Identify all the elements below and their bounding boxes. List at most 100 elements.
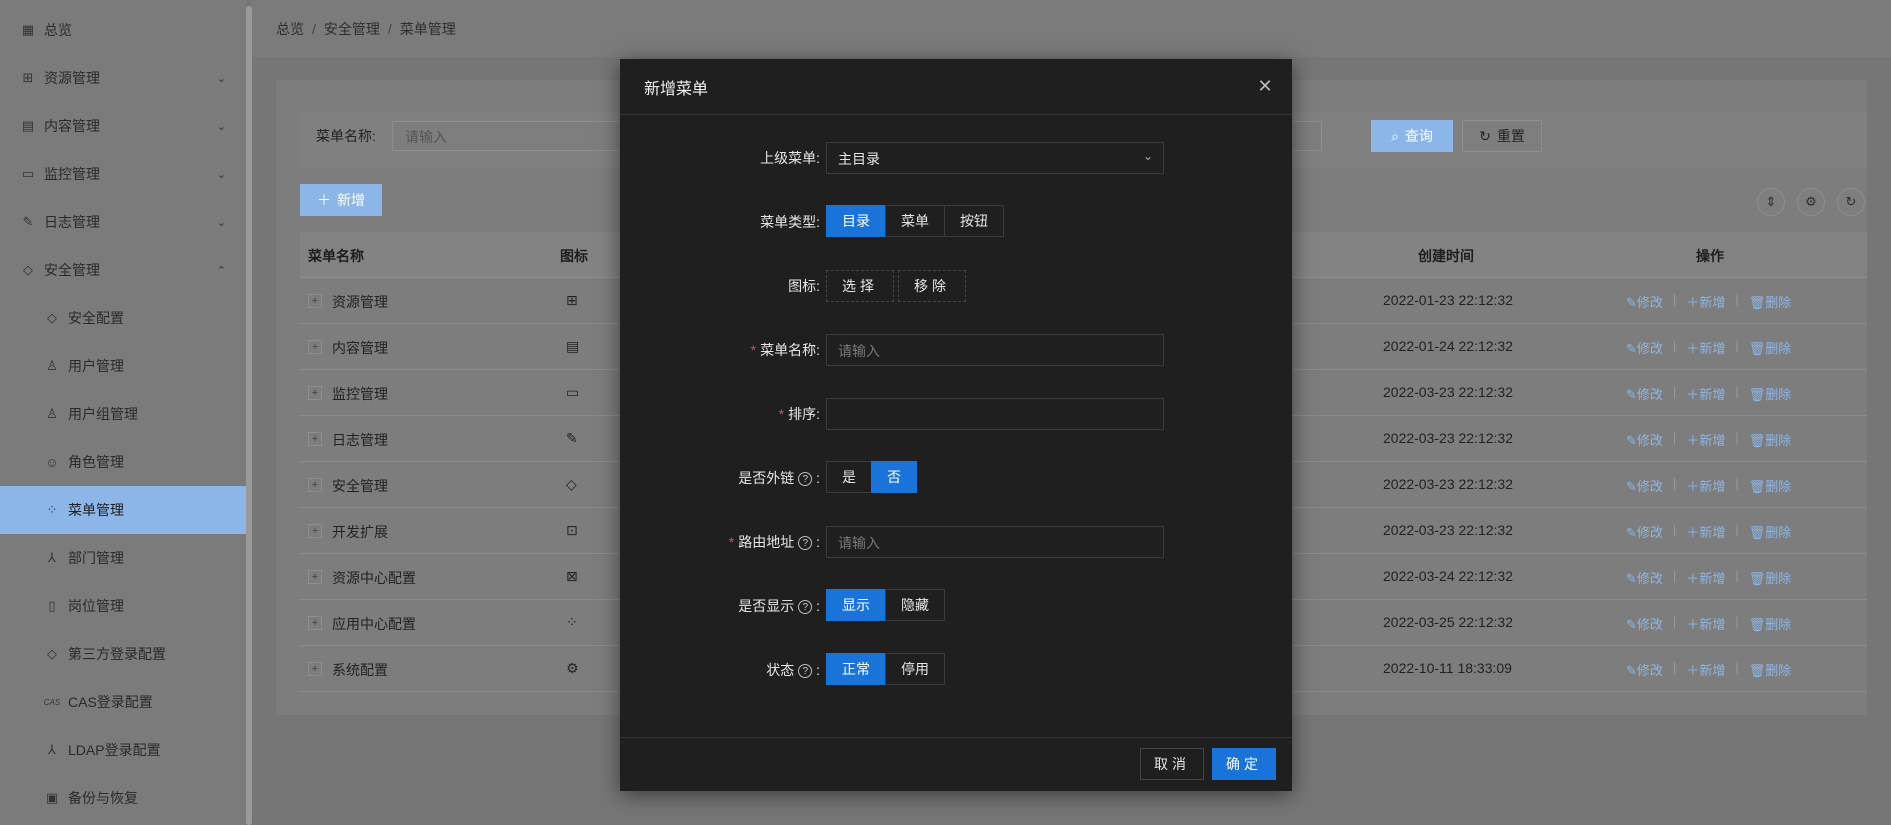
- add-menu-dialog: 新增菜单 ✕ 上级菜单: 主目录 ⌄ 菜单类型: 目录 菜单 按钮 图标: 选择…: [620, 59, 1292, 791]
- delete-link[interactable]: 🗑删除: [1749, 292, 1792, 311]
- edit-link[interactable]: ✎修改: [1626, 384, 1663, 403]
- expand-icon[interactable]: +: [308, 294, 322, 308]
- delete-link[interactable]: 🗑删除: [1749, 338, 1792, 357]
- expand-icon[interactable]: +: [308, 524, 322, 538]
- delete-link[interactable]: 🗑删除: [1749, 384, 1792, 403]
- expand-icon[interactable]: +: [308, 662, 322, 676]
- breadcrumb-item[interactable]: 安全管理: [324, 19, 380, 39]
- breadcrumb-separator: /: [387, 20, 392, 37]
- sidebar-subitem-ldap-login[interactable]: ⅄ LDAP登录配置: [0, 726, 246, 774]
- add-link[interactable]: ＋新增: [1686, 430, 1725, 449]
- sidebar-subitem-roles[interactable]: ☺ 角色管理: [0, 438, 246, 486]
- sidebar-subitem-departments[interactable]: ⅄ 部门管理: [0, 534, 246, 582]
- gear-icon[interactable]: ⚙: [1797, 188, 1825, 216]
- select-icon-button[interactable]: 选择: [826, 270, 894, 302]
- sidebar-subitem-users[interactable]: ♙ 用户管理: [0, 342, 246, 390]
- sidebar-scrollbar[interactable]: [246, 6, 252, 825]
- edit-link[interactable]: ✎修改: [1626, 338, 1663, 357]
- add-link[interactable]: ＋新增: [1686, 522, 1725, 541]
- sidebar-subitem-backup[interactable]: ▣ 备份与恢复: [0, 774, 246, 822]
- edit-link[interactable]: ✎修改: [1626, 522, 1663, 541]
- parent-menu-select[interactable]: 主目录 ⌄: [826, 142, 1164, 174]
- delete-link[interactable]: 🗑删除: [1749, 614, 1792, 633]
- document-icon: ▤: [21, 118, 35, 133]
- expand-icon[interactable]: +: [308, 386, 322, 400]
- question-circle-icon[interactable]: ?: [798, 600, 813, 615]
- sidebar-subitem-security-config[interactable]: ◇ 安全配置: [0, 294, 246, 342]
- edit-link[interactable]: ✎修改: [1626, 568, 1663, 587]
- breadcrumb-item[interactable]: 总览: [276, 19, 304, 39]
- sidebar-subitem-label: 安全配置: [68, 310, 124, 326]
- sidebar-subitem-third-party-login[interactable]: ◇ 第三方登录配置: [0, 630, 246, 678]
- required-mark: *: [778, 406, 785, 422]
- icon-label: 图标:: [788, 278, 820, 294]
- delete-link[interactable]: 🗑删除: [1749, 568, 1792, 587]
- expand-icon[interactable]: +: [308, 340, 322, 354]
- expand-icon[interactable]: +: [308, 432, 322, 446]
- sitemap-icon: ⊞: [22, 70, 34, 85]
- add-link[interactable]: ＋新增: [1686, 568, 1725, 587]
- visible-option-hide[interactable]: 隐藏: [885, 589, 945, 621]
- add-button[interactable]: ＋ 新增: [300, 184, 382, 216]
- query-button[interactable]: ⌕ 查询: [1371, 120, 1453, 152]
- add-link[interactable]: ＋新增: [1686, 384, 1725, 403]
- external-link-option-no[interactable]: 否: [871, 461, 917, 493]
- search-input[interactable]: 请输入: [392, 121, 622, 151]
- external-link-label: 是否外链? :: [738, 470, 820, 487]
- edit-link[interactable]: ✎修改: [1626, 476, 1663, 495]
- add-link[interactable]: ＋新增: [1686, 614, 1725, 633]
- sidebar-item-logs[interactable]: ✎ 日志管理 ⌄: [0, 198, 246, 246]
- edit-link[interactable]: ✎修改: [1626, 430, 1663, 449]
- row-name: 安全管理: [332, 478, 388, 494]
- refresh-icon[interactable]: ↻: [1837, 188, 1865, 216]
- confirm-button[interactable]: 确定: [1212, 748, 1276, 780]
- visible-option-show[interactable]: 显示: [826, 589, 886, 621]
- sidebar-item-resources[interactable]: ⊞ 资源管理 ⌄: [0, 54, 246, 102]
- edit-link[interactable]: ✎修改: [1626, 660, 1663, 679]
- add-link[interactable]: ＋新增: [1686, 660, 1725, 679]
- order-input[interactable]: [826, 398, 1164, 430]
- status-option-disabled[interactable]: 停用: [885, 653, 945, 685]
- delete-link[interactable]: 🗑删除: [1749, 430, 1792, 449]
- add-link[interactable]: ＋新增: [1686, 476, 1725, 495]
- add-link[interactable]: ＋新增: [1686, 338, 1725, 357]
- remove-icon-button[interactable]: 移除: [898, 270, 966, 302]
- route-input[interactable]: 请输入: [826, 526, 1164, 558]
- sidebar-item-monitor[interactable]: ▭ 监控管理 ⌄: [0, 150, 246, 198]
- cancel-button[interactable]: 取消: [1140, 748, 1204, 780]
- row-name: 应用中心配置: [332, 616, 416, 632]
- edit-link[interactable]: ✎修改: [1626, 614, 1663, 633]
- sidebar-subitem-cas-login[interactable]: CAS CAS登录配置: [0, 678, 246, 726]
- close-icon[interactable]: ✕: [1254, 75, 1276, 97]
- sidebar-subitem-user-groups[interactable]: ♙ 用户组管理: [0, 390, 246, 438]
- add-link[interactable]: ＋新增: [1686, 292, 1725, 311]
- reset-button[interactable]: ↻ 重置: [1462, 120, 1542, 152]
- sidebar-subitem-posts[interactable]: ▯ 岗位管理: [0, 582, 246, 630]
- row-created: 2022-03-23 22:12:32: [1383, 430, 1513, 446]
- query-button-label: 查询: [1404, 128, 1433, 144]
- expand-icon[interactable]: +: [308, 570, 322, 584]
- menu-type-option-button[interactable]: 按钮: [944, 205, 1004, 237]
- sidebar-item-content[interactable]: ▤ 内容管理 ⌄: [0, 102, 246, 150]
- row-created: 2022-03-23 22:12:32: [1383, 384, 1513, 400]
- external-link-option-yes[interactable]: 是: [826, 461, 872, 493]
- expand-icon[interactable]: +: [308, 616, 322, 630]
- menu-name-input[interactable]: 请输入: [826, 334, 1164, 366]
- delete-link[interactable]: 🗑删除: [1749, 522, 1792, 541]
- question-circle-icon[interactable]: ?: [798, 536, 813, 551]
- edit-link[interactable]: ✎修改: [1626, 292, 1663, 311]
- status-option-normal[interactable]: 正常: [826, 653, 886, 685]
- menu-type-option-menu[interactable]: 菜单: [885, 205, 945, 237]
- question-circle-icon[interactable]: ?: [798, 472, 813, 487]
- apps-icon: ⁘: [566, 614, 578, 630]
- sidebar-subitem-menus[interactable]: ⁘ 菜单管理: [0, 486, 246, 534]
- delete-link[interactable]: 🗑删除: [1749, 660, 1792, 679]
- question-circle-icon[interactable]: ?: [798, 664, 813, 679]
- menu-type-option-directory[interactable]: 目录: [826, 205, 886, 237]
- delete-link[interactable]: 🗑删除: [1749, 476, 1792, 495]
- sidebar-item-security[interactable]: ◇ 安全管理 ⌃: [0, 246, 246, 294]
- column-height-icon[interactable]: ⇕: [1757, 188, 1785, 216]
- monitor-icon: ▭: [566, 384, 580, 400]
- sidebar-item-overview[interactable]: ▦ 总览: [0, 6, 246, 54]
- expand-icon[interactable]: +: [308, 478, 322, 492]
